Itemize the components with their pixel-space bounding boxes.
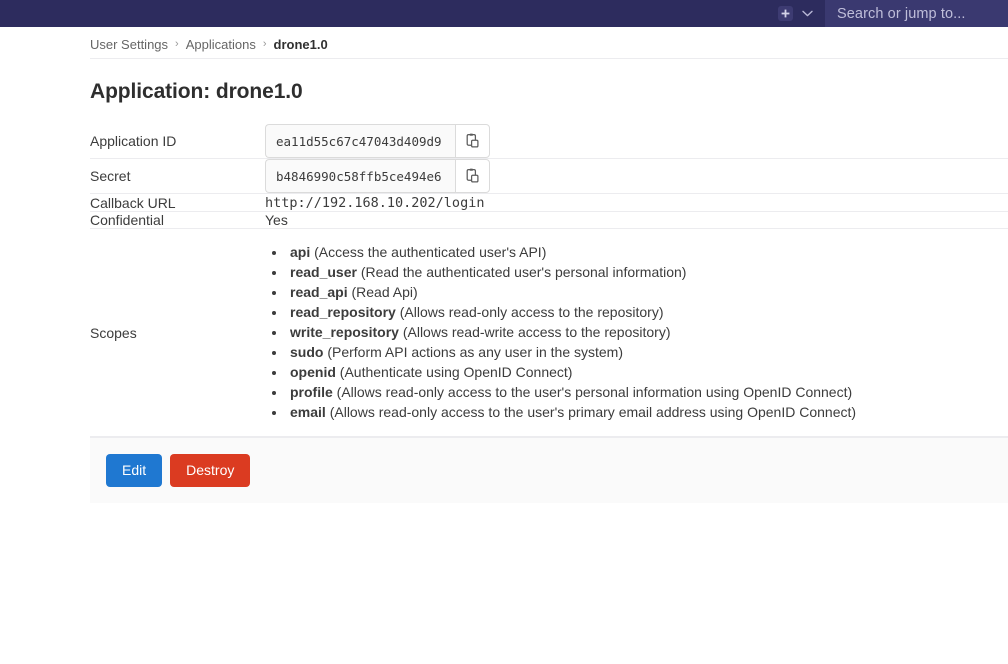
label-application-id: Application ID	[90, 133, 177, 149]
scope-description: (Allows read-write access to the reposit…	[398, 324, 671, 340]
plus-square-icon[interactable]	[778, 6, 793, 21]
copy-to-clipboard-icon-secret[interactable]	[455, 159, 490, 193]
scope-name: api	[290, 244, 311, 260]
top-navbar: Search or jump to...	[0, 0, 1008, 27]
scope-description: (Allows read-only access to the user's p…	[332, 384, 853, 400]
page-title: Application: drone1.0	[90, 80, 303, 103]
scope-description: (Read the authenticated user's personal …	[356, 264, 687, 280]
scope-name: write_repository	[290, 324, 399, 340]
value-secret	[265, 159, 1008, 194]
value-callback-url: http://192.168.10.202/login	[265, 195, 485, 211]
scope-item: read_repository (Allows read-only access…	[287, 302, 1008, 322]
secret-input-group	[265, 159, 490, 193]
label-scopes: Scopes	[90, 324, 137, 341]
page-content: User Settings › Applications › drone1.0 …	[0, 27, 1008, 503]
scope-item: sudo (Perform API actions as any user in…	[287, 342, 1008, 362]
table-row-callback-url: Callback URL http://192.168.10.202/login	[90, 194, 1008, 212]
scope-name: sudo	[290, 344, 324, 360]
scope-description: (Perform API actions as any user in the …	[323, 344, 624, 360]
label-confidential: Confidential	[90, 212, 164, 228]
scope-item: profile (Allows read-only access to the …	[287, 382, 1008, 402]
scope-name: openid	[290, 364, 336, 380]
application-details-table: Application ID Se	[90, 124, 1008, 437]
chevron-down-icon[interactable]	[802, 10, 813, 17]
scope-item: api (Access the authenticated user's API…	[287, 242, 1008, 262]
search-placeholder: Search or jump to...	[837, 5, 966, 22]
table-row-confidential: Confidential Yes	[90, 212, 1008, 229]
scope-description: (Authenticate using OpenID Connect)	[335, 364, 573, 380]
value-application-id	[265, 124, 1008, 159]
destroy-button[interactable]: Destroy	[170, 454, 251, 487]
actions-bar: Edit Destroy	[90, 437, 1008, 503]
scope-name: email	[290, 404, 326, 420]
scope-description: (Allows read-only access to the user's p…	[325, 404, 857, 420]
label-callback-url: Callback URL	[90, 194, 176, 211]
scope-name: read_api	[290, 284, 348, 300]
breadcrumb-separator: ›	[262, 38, 267, 50]
copy-to-clipboard-icon-application-id[interactable]	[455, 124, 490, 158]
scope-item: write_repository (Allows read-write acce…	[287, 322, 1008, 342]
scope-item: read_user (Read the authenticated user's…	[287, 262, 1008, 282]
secret-input[interactable]	[265, 159, 455, 193]
application-id-input[interactable]	[265, 124, 455, 158]
breadcrumb: User Settings › Applications › drone1.0	[90, 27, 1008, 58]
table-row-scopes: Scopes api (Access the authenticated use…	[90, 229, 1008, 437]
navbar-actions	[778, 6, 813, 21]
scopes-list: api (Access the authenticated user's API…	[265, 242, 1008, 422]
application-id-input-group	[265, 124, 490, 158]
breadcrumb-item-user-settings[interactable]: User Settings	[90, 37, 168, 52]
table-row-application-id: Application ID	[90, 124, 1008, 159]
scope-description: (Read Api)	[347, 284, 418, 300]
value-confidential: Yes	[265, 212, 288, 228]
edit-button[interactable]: Edit	[106, 454, 163, 487]
breadcrumb-item-current: drone1.0	[273, 36, 328, 52]
breadcrumb-item-applications[interactable]: Applications	[186, 37, 256, 52]
scope-item: read_api (Read Api)	[287, 282, 1008, 302]
scope-item: email (Allows read-only access to the us…	[287, 402, 1008, 422]
scope-item: openid (Authenticate using OpenID Connec…	[287, 362, 1008, 382]
scope-name: read_repository	[290, 304, 396, 320]
scope-name: read_user	[290, 264, 357, 280]
scope-description: (Allows read-only access to the reposito…	[395, 304, 664, 320]
table-row-secret: Secret	[90, 159, 1008, 194]
search-input[interactable]: Search or jump to...	[825, 0, 1008, 27]
scope-name: profile	[290, 384, 333, 400]
label-secret: Secret	[90, 168, 131, 184]
breadcrumb-separator: ›	[175, 38, 179, 50]
scope-description: (Access the authenticated user's API)	[310, 244, 547, 260]
